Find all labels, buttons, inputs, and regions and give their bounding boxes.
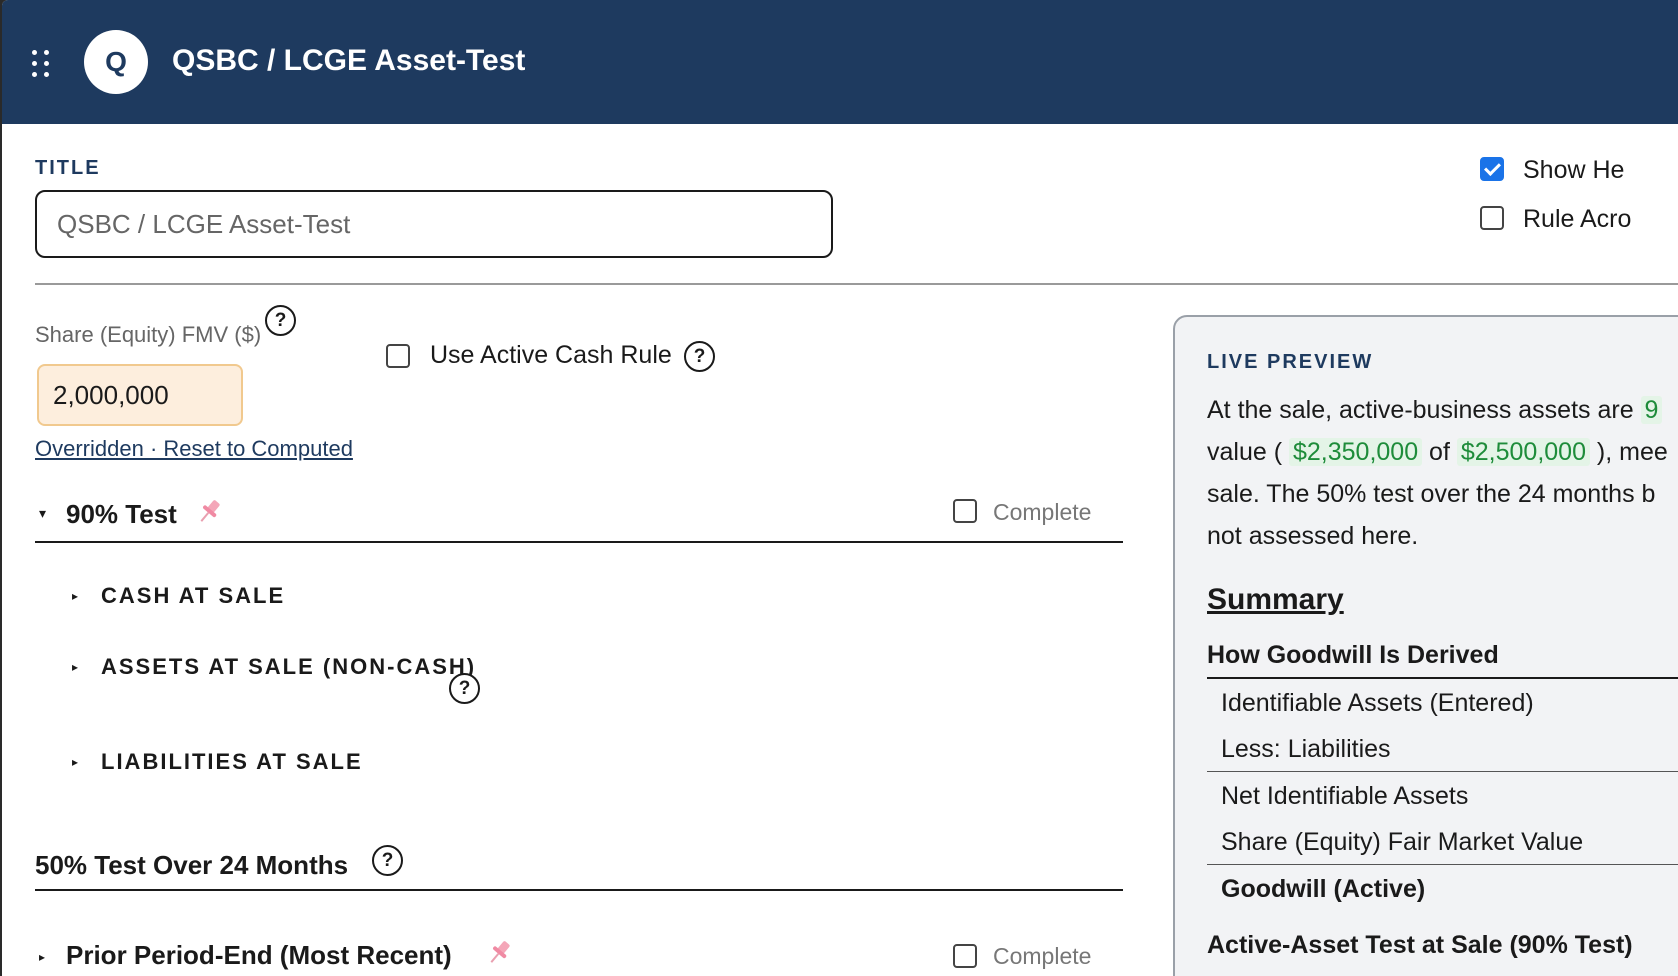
pin-icon[interactable] xyxy=(195,497,223,527)
app-logo: Q xyxy=(84,30,148,94)
summary-row-net: Net Identifiable Assets xyxy=(1207,772,1678,818)
pin-icon[interactable] xyxy=(485,938,513,968)
goodwill-heading: How Goodwill Is Derived xyxy=(1207,633,1678,679)
active-asset-heading-text: Active-Asset Test at Sale (90% Test) xyxy=(1207,931,1633,959)
preview-line2: value ( xyxy=(1207,438,1289,466)
summary-row-label: Identifiable Assets (Entered) xyxy=(1221,689,1534,717)
preview-percent-value: 9 xyxy=(1640,396,1663,424)
preview-line1: At the sale, active-business assets are xyxy=(1207,396,1641,424)
preview-line2-of: of xyxy=(1422,438,1457,466)
prior-period-title[interactable]: Prior Period-End (Most Recent) xyxy=(66,940,452,971)
rule-across-checkbox[interactable] xyxy=(1480,206,1504,230)
expand-caret-icon[interactable]: ▸ xyxy=(72,755,78,769)
summary-row-goodwill: Goodwill (Active) xyxy=(1207,865,1678,911)
assets-at-sale-label[interactable]: ASSETS AT SALE (NON-CASH) xyxy=(101,654,476,680)
active-cash-help-icon[interactable]: ? xyxy=(684,341,715,372)
preview-active-assets-value: $2,350,000 xyxy=(1288,438,1423,466)
test90-section-header: ▾ 90% Test Complete xyxy=(35,489,1123,543)
preview-line4: not assessed here. xyxy=(1207,522,1419,550)
liabilities-at-sale-label[interactable]: LIABILITIES AT SALE xyxy=(101,749,363,775)
divider xyxy=(35,283,1678,285)
expand-caret-icon[interactable]: ▸ xyxy=(39,950,45,964)
show-help-checkbox[interactable] xyxy=(1480,157,1504,181)
test90-complete-checkbox[interactable] xyxy=(953,499,977,523)
prior-period-complete-checkbox[interactable] xyxy=(953,944,977,968)
title-input[interactable] xyxy=(35,190,833,258)
fmv-label: Share (Equity) FMV ($) xyxy=(35,322,262,347)
cash-at-sale-label[interactable]: CASH AT SALE xyxy=(101,583,285,609)
app-title: QSBC / LCGE Asset-Test xyxy=(172,44,526,77)
preview-line2-end: ), mee xyxy=(1589,438,1668,466)
expand-caret-icon[interactable]: ▸ xyxy=(72,660,78,674)
summary-row-identifiable: Identifiable Assets (Entered) xyxy=(1207,679,1678,725)
preview-total-assets-value: $2,500,000 xyxy=(1456,438,1590,466)
live-preview-text: At the sale, active-business assets are … xyxy=(1207,389,1678,557)
title-label: TITLE xyxy=(35,157,101,179)
summary-row-label: Net Identifiable Assets xyxy=(1221,782,1469,810)
show-help-label[interactable]: Show He xyxy=(1523,156,1624,185)
summary-row-label: Goodwill (Active) xyxy=(1221,875,1426,903)
test50-section-header: 50% Test Over 24 Months xyxy=(35,837,1123,891)
summary-row-share-fmv: Share (Equity) Fair Market Value xyxy=(1207,818,1678,865)
app-window: Q QSBC / LCGE Asset-Test TITLE Show He R… xyxy=(2,0,1678,976)
collapse-caret-icon[interactable]: ▾ xyxy=(39,505,46,522)
active-asset-heading: Active-Asset Test at Sale (90% Test) xyxy=(1207,923,1678,967)
apps-grid-icon[interactable] xyxy=(32,50,50,78)
test50-title: 50% Test Over 24 Months xyxy=(35,850,349,880)
fmv-help-icon[interactable]: ? xyxy=(265,305,296,336)
goodwill-heading-text: How Goodwill Is Derived xyxy=(1207,641,1499,669)
summary-title: Summary xyxy=(1207,583,1344,616)
test50-help-icon[interactable]: ? xyxy=(372,845,403,876)
prior-period-complete-label[interactable]: Complete xyxy=(993,943,1091,970)
assets-at-sale-help-icon[interactable]: ? xyxy=(449,673,480,704)
expand-caret-icon[interactable]: ▸ xyxy=(72,589,78,603)
app-header: Q QSBC / LCGE Asset-Test xyxy=(2,0,1678,124)
summary-row-label: Less: Liabilities xyxy=(1221,735,1391,763)
summary-row-label: Share (Equity) Fair Market Value xyxy=(1221,828,1584,856)
active-cash-checkbox[interactable] xyxy=(386,344,410,368)
live-preview-panel: LIVE PREVIEW At the sale, active-busines… xyxy=(1173,315,1678,976)
test90-title[interactable]: 90% Test xyxy=(66,499,177,530)
rule-across-label[interactable]: Rule Acro xyxy=(1523,205,1631,234)
test90-complete-label[interactable]: Complete xyxy=(993,499,1091,526)
live-preview-label: LIVE PREVIEW xyxy=(1207,351,1374,373)
summary-row-liabilities: Less: Liabilities xyxy=(1207,725,1678,772)
fmv-input[interactable] xyxy=(37,364,243,426)
active-cash-label[interactable]: Use Active Cash Rule xyxy=(430,341,672,370)
reset-to-computed-link[interactable]: Overridden · Reset to Computed xyxy=(35,436,353,462)
prior-period-row: ▸ Prior Period-End (Most Recent) Complet… xyxy=(35,930,1123,976)
preview-line3: sale. The 50% test over the 24 months b xyxy=(1207,480,1656,508)
